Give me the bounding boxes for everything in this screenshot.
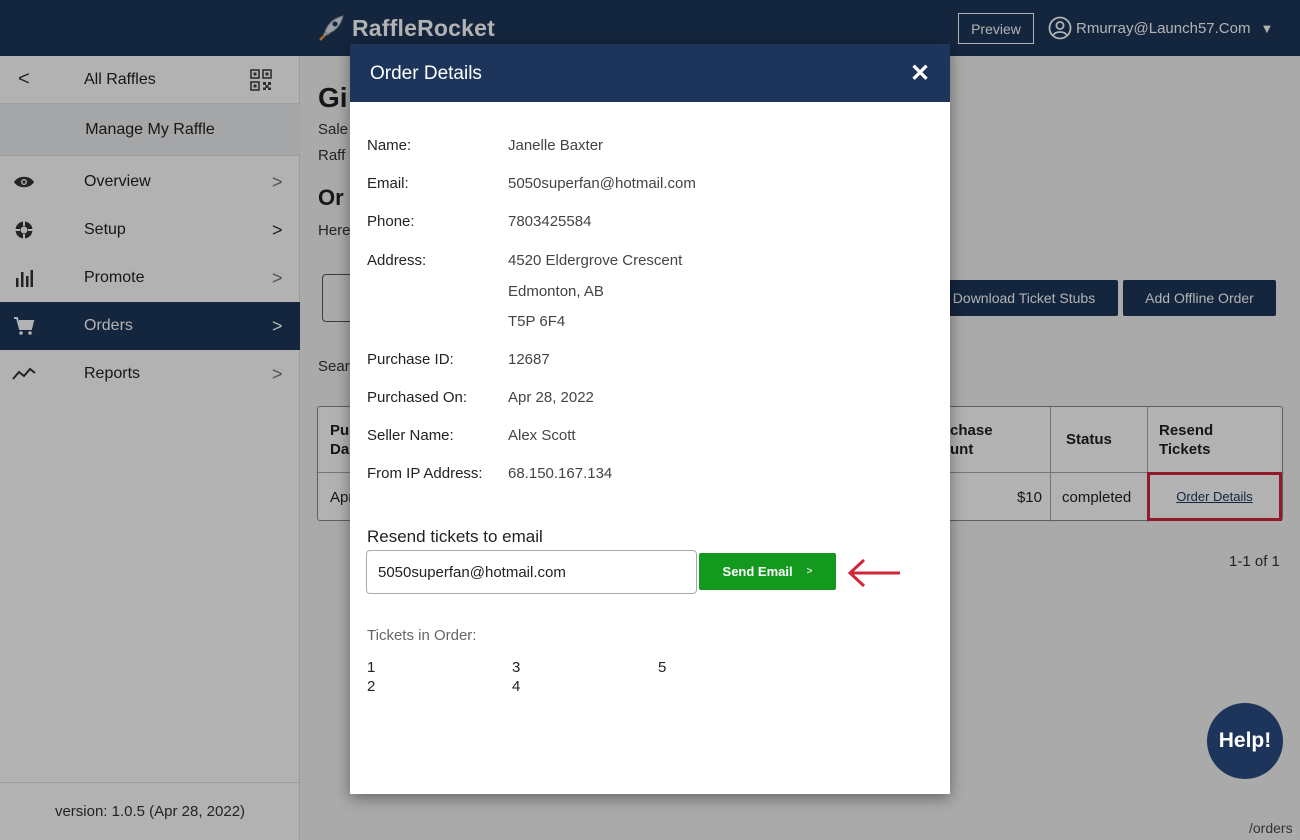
tickets-in-order-label: Tickets in Order: xyxy=(367,627,477,644)
field-value-purchase-id: 12687 xyxy=(508,351,550,368)
ticket-number: 4 xyxy=(512,678,521,695)
field-label-email: Email: xyxy=(367,175,409,192)
send-email-label: Send Email xyxy=(722,564,793,579)
close-icon[interactable]: ✕ xyxy=(910,59,930,88)
field-label-ip-address: From IP Address: xyxy=(367,465,483,482)
field-label-name: Name: xyxy=(367,137,412,154)
field-label-phone: Phone: xyxy=(367,213,415,230)
resend-tickets-label: Resend tickets to email xyxy=(367,527,543,546)
chevron-right-icon: > xyxy=(806,566,813,577)
order-details-modal: Order Details ✕ Name: Janelle Baxter Ema… xyxy=(350,44,950,794)
resend-email-input[interactable] xyxy=(366,550,697,594)
modal-title: Order Details xyxy=(370,63,482,84)
ticket-number: 1 xyxy=(367,659,376,676)
send-email-button[interactable]: Send Email > xyxy=(699,553,836,590)
field-value-address-line3: T5P 6F4 xyxy=(508,313,566,330)
help-button[interactable]: Help! xyxy=(1207,703,1283,779)
field-label-seller-name: Seller Name: xyxy=(367,427,454,444)
field-value-address-line1: 4520 Eldergrove Crescent xyxy=(508,252,683,269)
field-value-seller-name: Alex Scott xyxy=(508,427,576,444)
field-label-address: Address: xyxy=(367,252,427,269)
ticket-number: 3 xyxy=(512,659,521,676)
ticket-number: 5 xyxy=(658,659,667,676)
annotation-arrow-left-icon xyxy=(847,558,900,588)
field-label-purchased-on: Purchased On: xyxy=(367,389,468,406)
field-value-address-line2: Edmonton, AB xyxy=(508,283,604,300)
field-value-name: Janelle Baxter xyxy=(508,137,604,154)
field-value-phone: 7803425584 xyxy=(508,213,592,230)
field-value-purchased-on: Apr 28, 2022 xyxy=(508,389,594,406)
field-value-ip-address: 68.150.167.134 xyxy=(508,465,613,482)
url-path-label: /orders xyxy=(1249,820,1293,836)
field-value-email: 5050superfan@hotmail.com xyxy=(508,175,696,192)
modal-header: Order Details ✕ xyxy=(350,44,950,102)
ticket-number: 2 xyxy=(367,678,376,695)
field-label-purchase-id: Purchase ID: xyxy=(367,351,454,368)
